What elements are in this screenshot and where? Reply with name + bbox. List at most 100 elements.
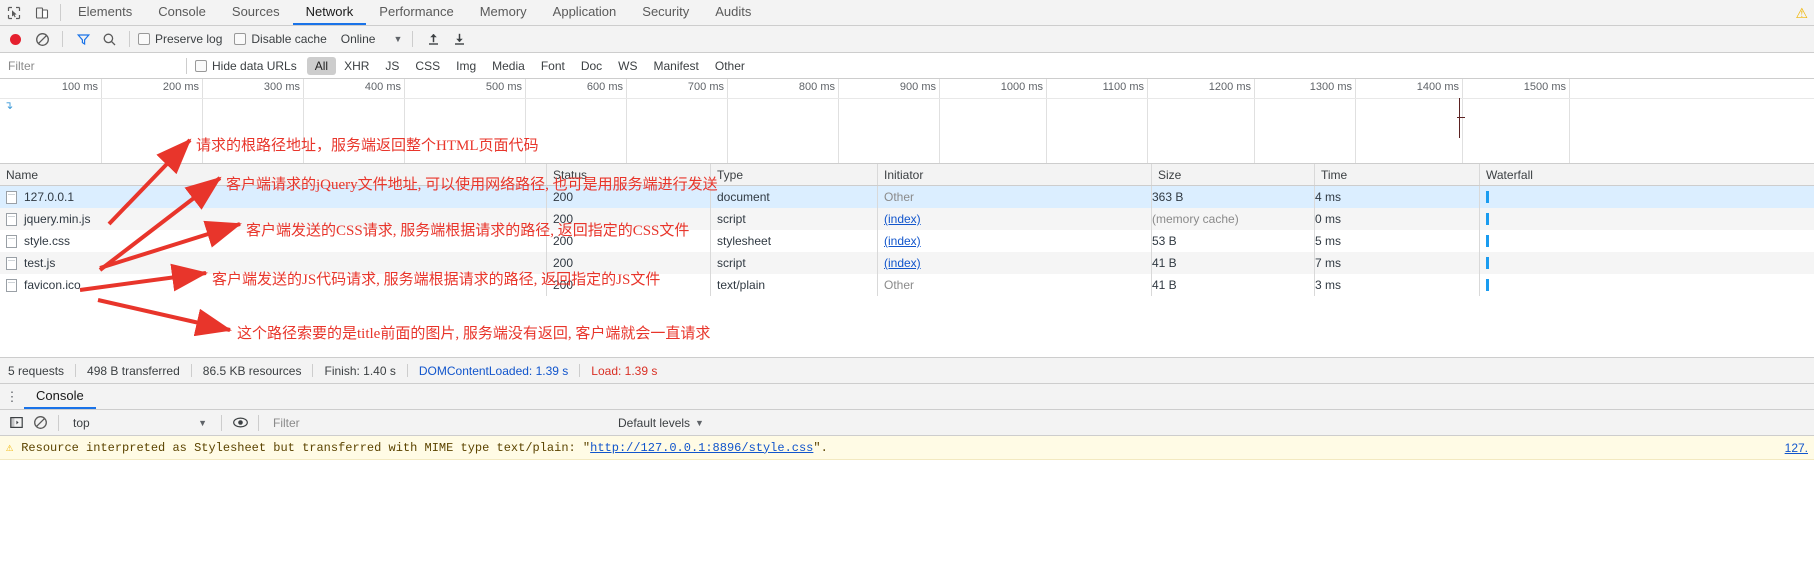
row-name-cell[interactable]: style.css [0,230,547,252]
overview-tick: 600 ms [587,79,627,163]
type-filter-other[interactable]: Other [707,57,753,75]
tab-label: Application [552,4,617,19]
row-waterfall-cell [1480,186,1814,208]
row-name-cell[interactable]: test.js [0,252,547,274]
type-filter-font[interactable]: Font [533,57,573,75]
checkbox-box [195,59,207,72]
export-har-icon[interactable] [447,28,471,50]
console-message-link[interactable]: http://127.0.0.1:8896/style.css [590,441,813,455]
console-sidebar-icon[interactable] [4,412,28,434]
tab-elements[interactable]: Elements [65,0,145,25]
type-filter-media[interactable]: Media [484,57,533,75]
tab-security[interactable]: Security [629,0,702,25]
table-row[interactable]: favicon.ico 200 text/plain Other 41 B3 ms [0,274,1814,296]
execution-context-select[interactable]: top ▼ [65,410,215,435]
import-har-icon[interactable] [421,28,445,50]
tab-sources[interactable]: Sources [219,0,293,25]
column-header-time[interactable]: Time [1315,164,1480,185]
type-filter-manifest[interactable]: Manifest [646,57,707,75]
row-initiator-cell[interactable]: (index) [878,208,1152,230]
console-message-source-link[interactable]: 127. [1785,441,1808,455]
search-icon[interactable] [97,28,121,50]
tab-audits[interactable]: Audits [702,0,764,25]
console-filter-input[interactable] [265,410,610,435]
tab-memory[interactable]: Memory [467,0,540,25]
file-icon [6,212,17,226]
clear-icon[interactable] [30,28,54,50]
table-row[interactable]: jquery.min.js 200 script (index) (memory cac… [0,208,1814,230]
console-message-text: Resource interpreted as Stylesheet but t… [21,440,591,455]
warning-count-icon[interactable]: ⚠ [1795,5,1808,22]
column-header-waterfall[interactable]: Waterfall [1480,164,1814,185]
table-row[interactable]: style.css 200 stylesheet (index) 53 B5 ms [0,230,1814,252]
chevron-down-icon: ▼ [393,34,403,44]
row-initiator-cell[interactable]: (index) [878,230,1152,252]
clear-console-icon[interactable] [28,412,52,434]
live-expression-icon[interactable] [228,412,252,434]
column-header-name[interactable]: Name [0,164,547,185]
row-size-cell: (memory cache) [1152,208,1315,230]
tab-console[interactable]: Console [145,0,219,25]
column-header-status[interactable]: Status [547,164,711,185]
console-toolbar-separator [221,414,222,431]
overview-tick: 100 ms [62,79,102,163]
inspect-element-icon[interactable] [0,0,28,25]
column-header-type[interactable]: Type [711,164,878,185]
tab-application[interactable]: Application [540,0,630,25]
type-filter-js[interactable]: JS [377,57,407,75]
overview-tick-label: 800 ms [798,81,835,93]
tab-performance[interactable]: Performance [366,0,466,25]
throttling-select[interactable]: Online ▼ [339,32,405,46]
row-size-cell: 363 B [1152,186,1315,208]
file-icon [6,190,17,204]
overview-tick-label: 1500 ms [1523,81,1566,93]
preserve-log-checkbox[interactable]: Preserve log [138,32,222,46]
resource-type-filters: All XHR JS CSS Img Media Font Doc WS Man… [306,56,753,75]
row-initiator-cell: Other [878,274,1152,296]
log-levels-value: Default levels [618,415,691,430]
hide-data-urls-checkbox[interactable]: Hide data URLs [195,59,297,73]
type-filter-img[interactable]: Img [448,57,484,75]
filter-icon[interactable] [71,28,95,50]
row-initiator-label[interactable]: (index) [884,212,921,226]
drawer-tab-console[interactable]: Console [24,384,96,409]
table-row[interactable]: test.js 200 script (index) 41 B7 ms [0,252,1814,274]
type-filter-all[interactable]: All [306,56,337,75]
row-initiator-label[interactable]: (index) [884,256,921,270]
row-name-cell[interactable]: 127.0.0.1 [0,186,547,208]
row-time-cell: 3 ms [1315,274,1480,296]
waterfall-bar [1486,213,1489,225]
overview-tick: 800 ms [799,79,839,163]
row-initiator-cell[interactable]: (index) [878,252,1152,274]
device-toolbar-icon[interactable] [28,0,56,25]
column-header-initiator[interactable]: Initiator [878,164,1152,185]
log-levels-select[interactable]: Default levels ▼ [610,416,712,430]
row-size-cell: 41 B [1152,252,1315,274]
tab-label: Network [305,4,354,19]
console-toolbar-separator [58,414,59,431]
row-size-cell: 53 B [1152,230,1315,252]
type-filter-doc[interactable]: Doc [573,57,610,75]
row-time-cell: 5 ms [1315,230,1480,252]
network-overview[interactable]: ↴ 100 ms 200 ms 300 ms 400 ms 500 ms 600 ms 70… [0,79,1814,164]
drawer-more-icon[interactable]: ⋮ [0,384,24,409]
record-button[interactable] [10,33,21,45]
overview-tick-label: 900 ms [899,81,936,93]
row-initiator-label[interactable]: (index) [884,234,921,248]
type-filter-xhr[interactable]: XHR [336,57,377,75]
tab-network[interactable]: Network [292,0,367,25]
table-row[interactable]: 127.0.0.1 200 document Other 363 B4 ms [0,186,1814,208]
type-filter-css[interactable]: CSS [407,57,448,75]
execution-context-value: top [73,415,90,430]
summary-separator [75,364,77,377]
disable-cache-checkbox[interactable]: Disable cache [234,32,327,46]
summary-transferred: 498 B transferred [87,363,180,378]
overview-tick: 300 ms [264,79,304,163]
overview-tick: 1200 ms [1209,79,1255,163]
row-name-cell[interactable]: favicon.ico [0,274,547,296]
toolbar-separator [129,31,130,47]
row-name-cell[interactable]: jquery.min.js [0,208,547,230]
filter-input[interactable] [0,53,178,78]
column-header-size[interactable]: Size [1152,164,1315,185]
type-filter-ws[interactable]: WS [610,57,645,75]
